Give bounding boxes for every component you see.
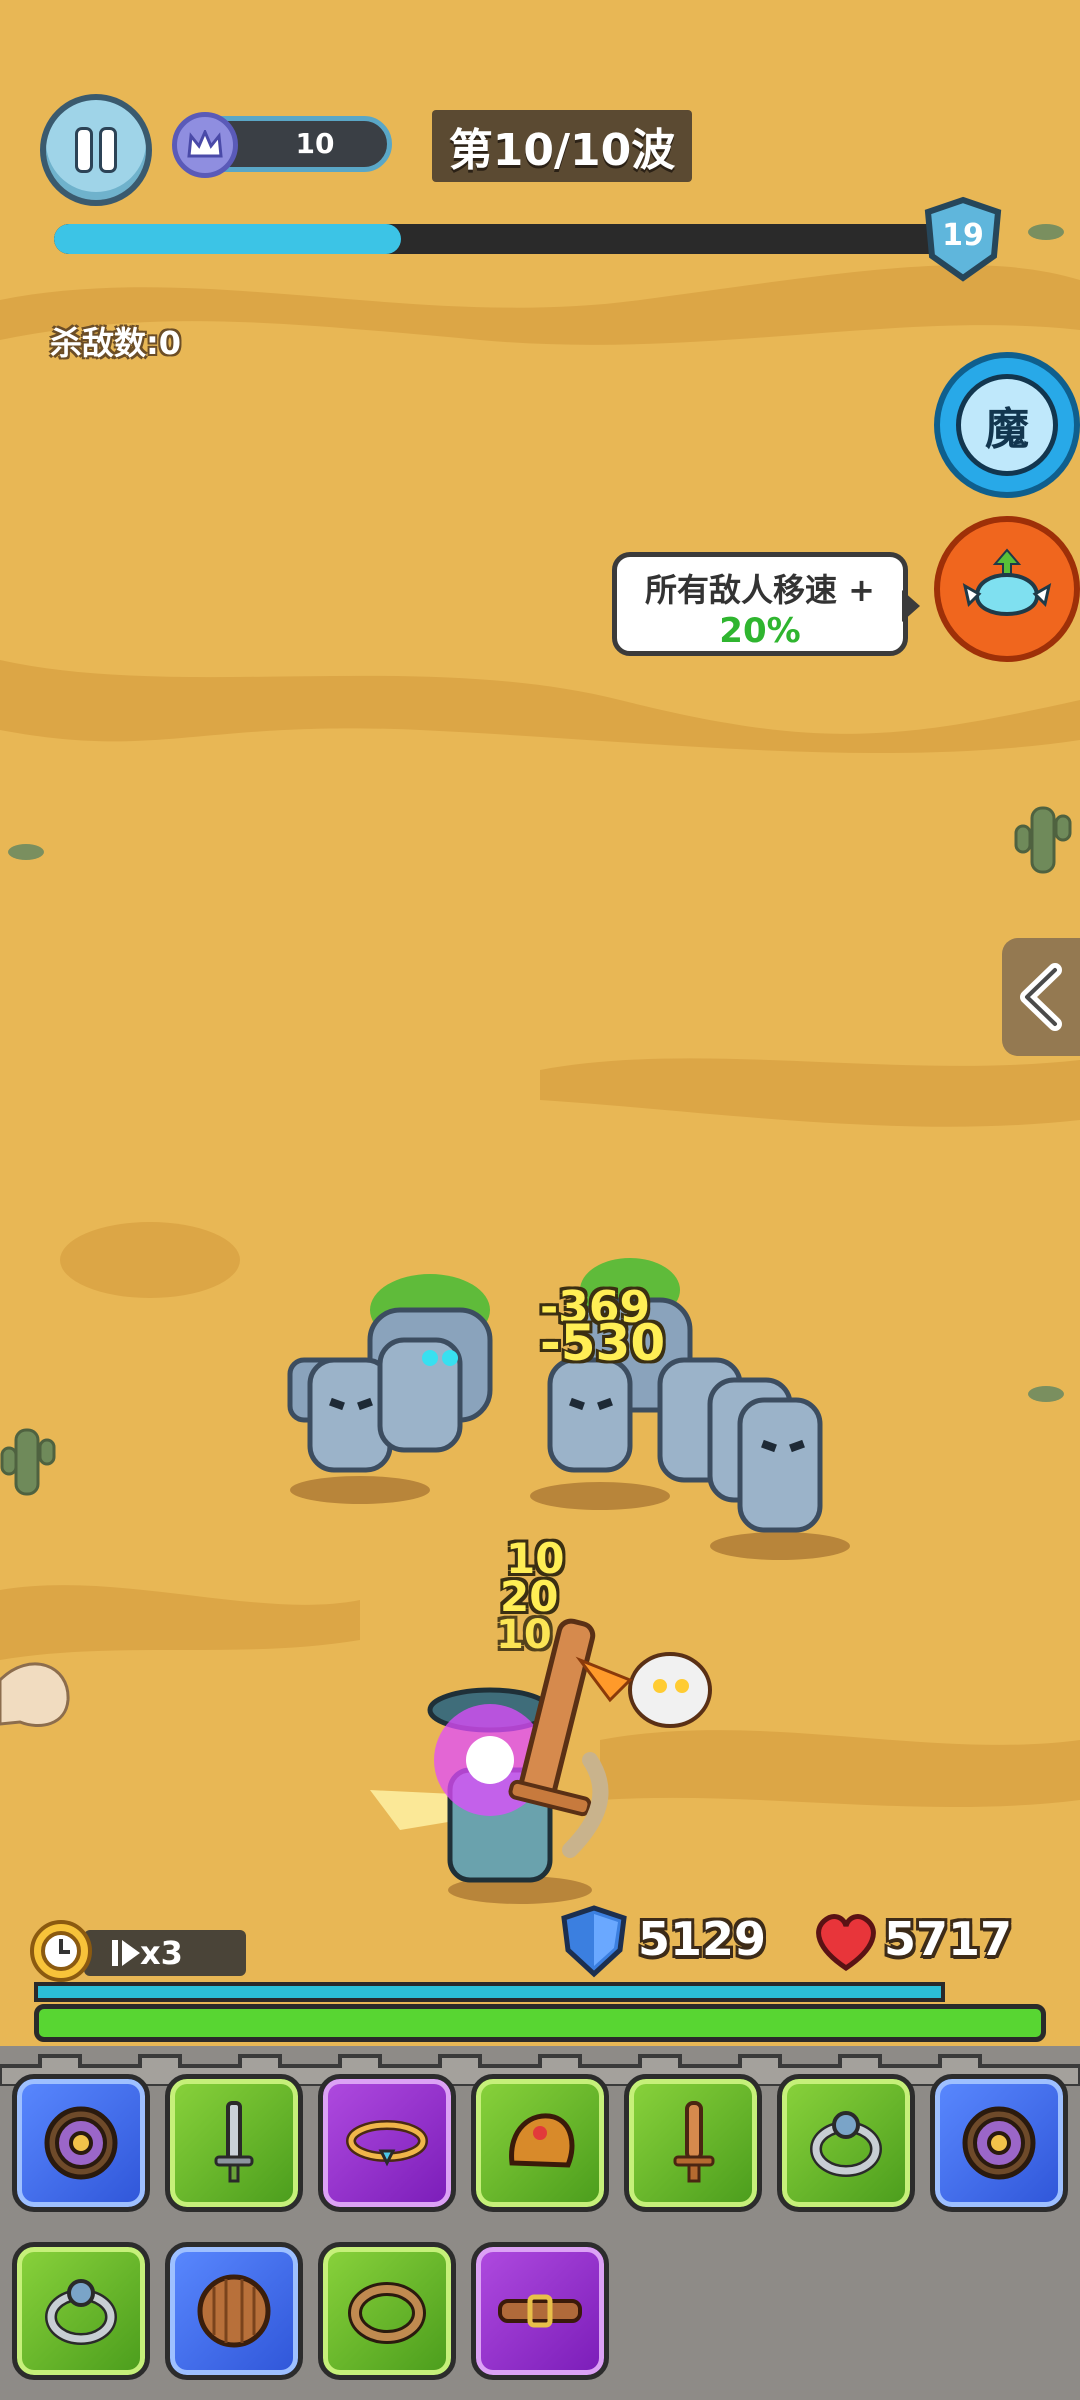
equipment-tray (0, 2046, 1080, 2400)
crown-count: 10 (295, 127, 335, 160)
wooden-sword-icon (673, 2101, 715, 2183)
enemy-buff-button[interactable] (934, 516, 1080, 662)
equipment-slot[interactable] (777, 2074, 915, 2212)
pause-icon (78, 130, 90, 170)
magic-icon: 魔 (956, 374, 1058, 476)
hp-bar (34, 2004, 1046, 2042)
pause-button[interactable] (40, 94, 152, 206)
winged-slime-icon (962, 548, 1052, 616)
equipment-slot[interactable] (165, 2074, 303, 2212)
enemy-buff-tooltip: 所有敌人移速 + 20% (612, 552, 908, 656)
hp-value: 5717 (884, 1912, 1013, 1966)
heart-icon (816, 1914, 876, 1972)
equipment-slot[interactable] (930, 2074, 1068, 2212)
equipment-slot[interactable] (12, 2242, 150, 2380)
belt-icon (498, 2294, 582, 2328)
equipment-slot[interactable] (165, 2242, 303, 2380)
phoenix-pet-icon (575, 1652, 712, 1728)
equipment-slot[interactable] (471, 2242, 609, 2380)
skull-icon (0, 1662, 70, 1727)
bronze-ring-icon (348, 2282, 426, 2344)
speed-label: x3 (84, 1930, 246, 1976)
helmet-icon (509, 2113, 575, 2168)
round-shield-icon (962, 2106, 1036, 2180)
equipment-slot[interactable] (12, 2074, 150, 2212)
wave-indicator: 第10/10波 (432, 110, 692, 182)
shield-value: 5129 (638, 1912, 767, 1966)
wave-progress-fill (54, 224, 402, 254)
kill-counter: 杀敌数:0 (50, 324, 182, 362)
ring-icon (45, 2279, 117, 2345)
shield-bar (34, 1982, 945, 2002)
hero-damage-number: 10 (496, 1612, 552, 1658)
shield-icon (561, 1905, 627, 1978)
magic-upgrade-button[interactable]: 魔 (934, 352, 1080, 498)
chevron-left-icon (1020, 963, 1062, 1031)
equipment-slot[interactable] (624, 2074, 762, 2212)
fast-forward-icon (112, 1940, 140, 1966)
ring-icon (810, 2111, 882, 2177)
necklace-icon (346, 2120, 428, 2167)
equipment-slot[interactable] (318, 2242, 456, 2380)
clock-icon (30, 1920, 92, 1982)
sword-icon (214, 2101, 254, 2183)
equipment-slot[interactable] (471, 2074, 609, 2212)
crown-icon (172, 112, 238, 178)
damage-number: -530 (540, 1314, 666, 1372)
enemy-group (287, 1258, 823, 1533)
side-panel-toggle[interactable] (1002, 938, 1080, 1056)
equipment-slot[interactable] (318, 2074, 456, 2212)
level-badge: 19 (920, 196, 1006, 282)
round-shield-icon (44, 2106, 118, 2180)
wooden-shield-icon (197, 2274, 271, 2348)
game-speed-toggle[interactable]: x3 (30, 1920, 246, 1982)
wave-progress-bar (54, 224, 944, 254)
